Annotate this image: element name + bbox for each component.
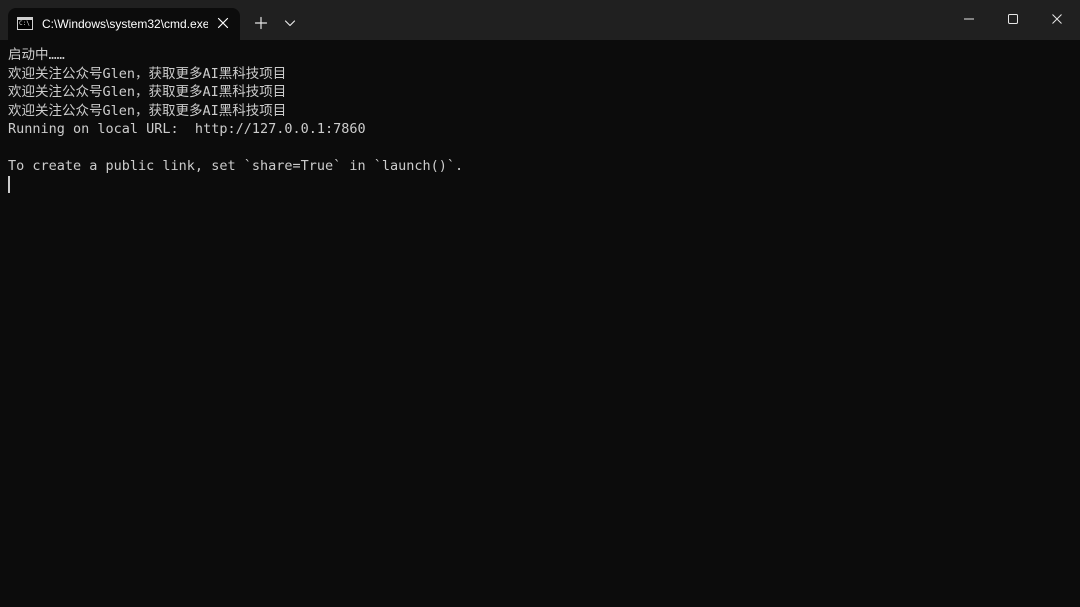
title-bar[interactable]: C:\ C:\Windows\system32\cmd.exe [0, 0, 1080, 40]
cmd-icon-label: C:\ [19, 20, 30, 27]
minimize-button[interactable] [946, 0, 992, 38]
console-output[interactable]: 启动中…… 欢迎关注公众号Glen，获取更多AI黑科技项目 欢迎关注公众号Gle… [8, 46, 1068, 194]
console-line: 启动中…… [8, 47, 65, 63]
input-line[interactable] [8, 175, 1068, 195]
console-line: To create a public link, set `share=True… [8, 158, 464, 174]
close-icon [1052, 14, 1062, 24]
maximize-button[interactable] [990, 0, 1036, 38]
console-line: Running on local URL: http://127.0.0.1:7… [8, 121, 366, 137]
console-line: 欢迎关注公众号Glen，获取更多AI黑科技项目 [8, 84, 287, 100]
console-line: 欢迎关注公众号Glen，获取更多AI黑科技项目 [8, 102, 287, 119]
plus-icon[interactable] [251, 13, 271, 33]
cmd-icon: C:\ [17, 17, 33, 30]
tab-cmd[interactable]: C:\ C:\Windows\system32\cmd.exe [8, 8, 240, 40]
tab-title: C:\Windows\system32\cmd.exe [42, 17, 208, 31]
text-cursor [8, 175, 10, 193]
minimize-icon [964, 18, 974, 20]
maximize-icon [1008, 14, 1018, 24]
terminal-window: C:\ C:\Windows\system32\cmd.exe 启动中…… 欢迎… [0, 0, 1080, 607]
chevron-down-icon[interactable] [282, 13, 298, 33]
tab-close-icon[interactable] [214, 14, 232, 32]
console-line: 欢迎关注公众号Glen，获取更多AI黑科技项目 [8, 65, 287, 82]
close-button[interactable] [1034, 0, 1080, 38]
